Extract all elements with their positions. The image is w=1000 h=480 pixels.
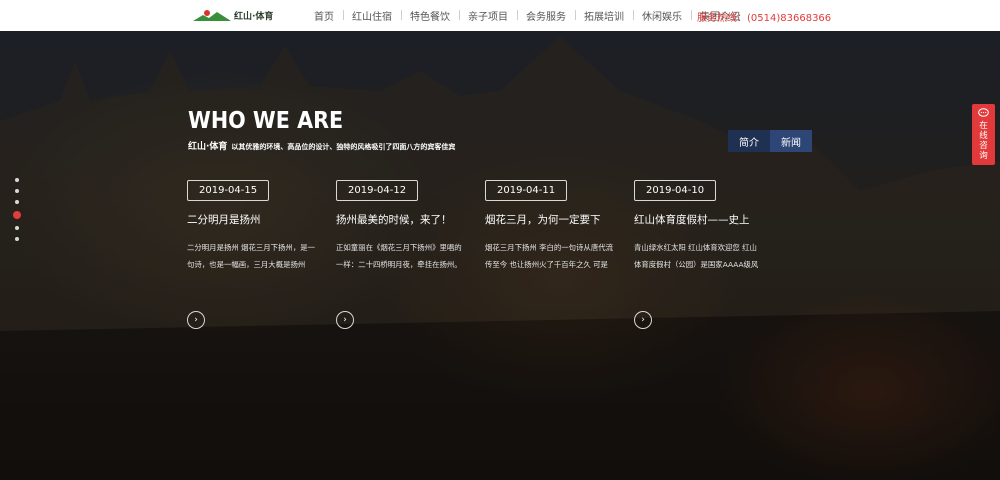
news-date: 2019-04-12 <box>336 180 419 201</box>
main-nav: 首页 红山住宿 特色餐饮 亲子项目 会务服务 拓展培训 休闲娱乐 集团介绍 <box>305 0 749 31</box>
news-excerpt: 青山绿水红太阳 红山体育欢迎您 红山体育度假村（公园）是国家AAAA级风景区，.… <box>634 243 759 269</box>
news-date: 2019-04-10 <box>634 180 717 201</box>
intro-news-tabs: 简介 新闻 <box>728 130 812 152</box>
tab-news[interactable]: 新闻 <box>770 130 812 152</box>
pagination-dot-active[interactable] <box>13 211 21 219</box>
news-excerpt: 正如童丽在《烟花三月下扬州》里唱的一样：二十四桥明月夜，牵挂在扬州。扬... <box>336 243 462 269</box>
news-date: 2019-04-15 <box>187 180 270 201</box>
consult-label: 在线咨询 <box>979 121 988 161</box>
news-date: 2019-04-11 <box>485 180 568 201</box>
subtitle-slogan: 以其优雅的环境、高品位的设计、独特的风格吸引了四面八方的宾客佳宾 <box>231 143 456 151</box>
news-card[interactable]: 2019-04-15 二分明月是扬州 二分明月是扬州 烟花三月下扬州，是一句诗，… <box>187 178 315 329</box>
news-excerpt: 二分明月是扬州 烟花三月下扬州，是一句诗，也是一幅画，三月大概是扬州最... <box>187 243 315 269</box>
nav-item-conference[interactable]: 会务服务 <box>517 8 575 23</box>
logo-mountain-icon <box>193 10 231 21</box>
pagination-dot[interactable] <box>15 237 19 241</box>
nav-item-lodging[interactable]: 红山住宿 <box>343 8 401 23</box>
nav-item-home[interactable]: 首页 <box>305 8 343 23</box>
nav-item-training[interactable]: 拓展培训 <box>575 8 633 23</box>
tab-intro[interactable]: 简介 <box>728 130 770 152</box>
arrow-right-icon[interactable]: › <box>336 311 354 329</box>
section-subtitle: 红山·体育 以其优雅的环境、高品位的设计、独特的风格吸引了四面八方的宾客佳宾 <box>188 139 455 152</box>
news-title[interactable]: 烟花三月，为何一定要下 <box>485 212 613 227</box>
news-card[interactable]: 2019-04-11 烟花三月，为何一定要下 烟花三月下扬州 李白的一句诗从唐代… <box>485 178 613 273</box>
nav-item-leisure[interactable]: 休闲娱乐 <box>633 8 691 23</box>
site-header: 红山·体育 首页 红山住宿 特色餐饮 亲子项目 会务服务 拓展培训 休闲娱乐 集… <box>0 0 1000 31</box>
news-title[interactable]: 二分明月是扬州 <box>187 212 315 227</box>
logo[interactable]: 红山·体育 <box>193 7 273 23</box>
pagination-dot[interactable] <box>15 226 19 230</box>
pagination-dot[interactable] <box>15 189 19 193</box>
news-title[interactable]: 扬州最美的时候，来了！ <box>336 212 464 227</box>
arrow-right-icon[interactable]: › <box>187 311 205 329</box>
pagination-dot[interactable] <box>15 200 19 204</box>
section-title: WHO WE ARE <box>188 108 344 134</box>
news-title[interactable]: 红山体育度假村——史上 <box>634 212 762 227</box>
subtitle-brand: 红山·体育 <box>188 142 228 152</box>
slide-pagination <box>13 178 21 248</box>
news-card[interactable]: 2019-04-10 红山体育度假村——史上 青山绿水红太阳 红山体育欢迎您 红… <box>634 178 762 329</box>
chat-bubble-icon <box>978 108 989 117</box>
online-consult-button[interactable]: 在线咨询 <box>972 104 995 165</box>
logo-text: 红山·体育 <box>234 11 274 22</box>
news-excerpt: 烟花三月下扬州 李白的一句诗从唐代流传至今 也让扬州火了千百年之久 可是也... <box>485 243 613 269</box>
nav-item-dining[interactable]: 特色餐饮 <box>401 8 459 23</box>
news-card[interactable]: 2019-04-12 扬州最美的时候，来了！ 正如童丽在《烟花三月下扬州》里唱的… <box>336 178 464 329</box>
service-hotline: 服务热线：(0514)83668366 <box>697 13 832 24</box>
nav-item-family[interactable]: 亲子项目 <box>459 8 517 23</box>
arrow-right-icon[interactable]: › <box>634 311 652 329</box>
pagination-dot[interactable] <box>15 178 19 182</box>
